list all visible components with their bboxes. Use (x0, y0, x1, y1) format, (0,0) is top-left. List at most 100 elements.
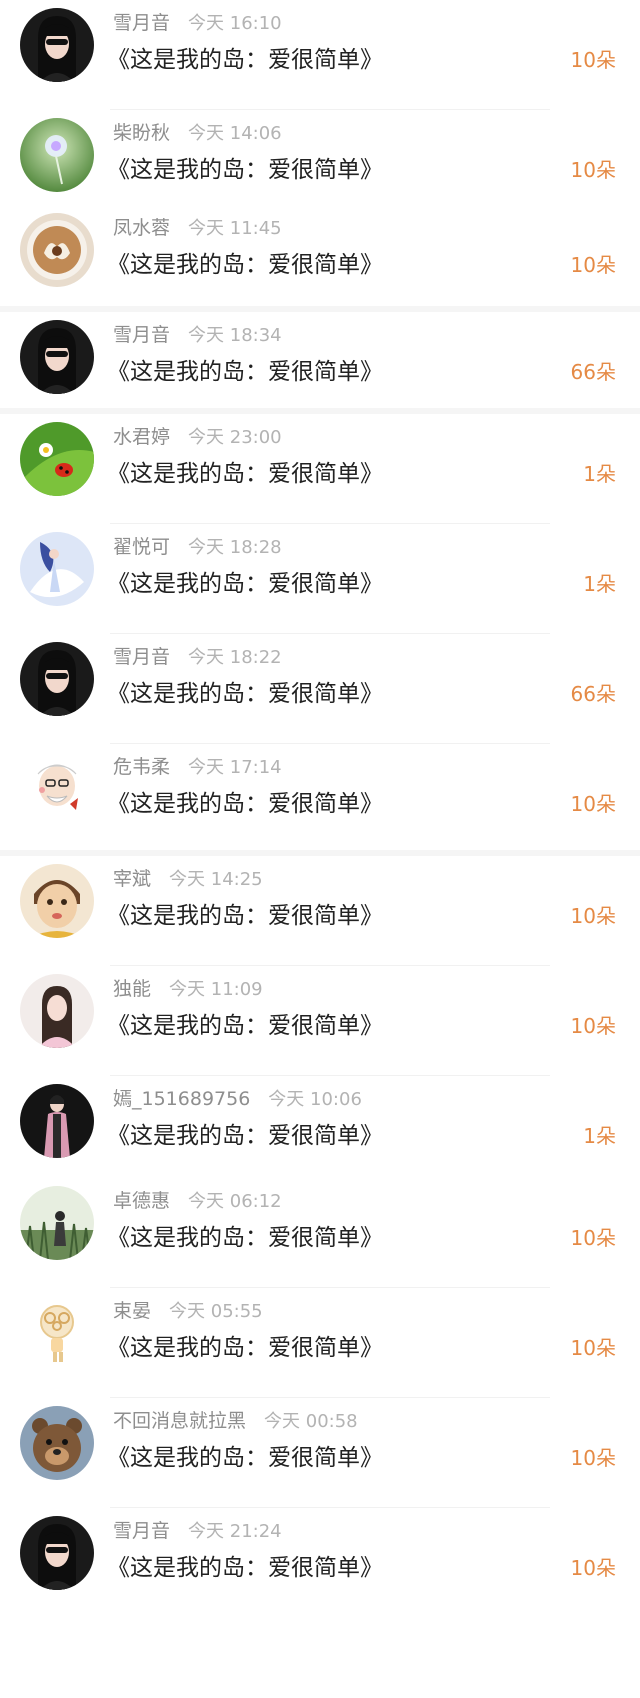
list-item[interactable]: 不回消息就拉黑 今天 00:58 《这是我的岛：爱很简单》 10朵 (0, 1398, 640, 1508)
child-face-avatar-icon (20, 864, 94, 938)
user-name[interactable]: 嫣_151689756 (113, 1088, 250, 1110)
user-name[interactable]: 卓德惠 (113, 1190, 170, 1212)
flower-count: 66朵 (570, 360, 616, 384)
item-title: 《这是我的岛：爱很简单》 (107, 903, 383, 929)
flower-count: 10朵 (570, 1446, 616, 1470)
avatar[interactable] (20, 1296, 94, 1370)
list-item[interactable]: 凤水蓉 今天 11:45 《这是我的岛：爱很简单》 10朵 (0, 205, 640, 315)
avatar[interactable] (20, 974, 94, 1048)
avatar[interactable] (20, 532, 94, 606)
item-title: 《这是我的岛：爱很简单》 (107, 1555, 383, 1581)
timestamp: 今天 11:09 (169, 979, 263, 1000)
avatar[interactable] (20, 864, 94, 938)
bear-cartoon-avatar-icon (20, 1406, 94, 1480)
row-meta: 不回消息就拉黑 今天 00:58 (113, 1406, 358, 1433)
list-item[interactable]: 雪月音 今天 16:10 《这是我的岛：爱很简单》 10朵 (0, 0, 640, 110)
user-name[interactable]: 不回消息就拉黑 (113, 1410, 246, 1432)
list-item[interactable]: 翟悦可 今天 18:28 《这是我的岛：爱很简单》 1朵 (0, 524, 640, 634)
item-title: 《这是我的岛：爱很简单》 (107, 791, 383, 817)
list-item[interactable]: 嫣_151689756 今天 10:06 《这是我的岛：爱很简单》 1朵 (0, 1076, 640, 1186)
user-name[interactable]: 翟悦可 (113, 536, 170, 558)
row-meta: 雪月音 今天 18:34 (113, 320, 282, 347)
flower-count: 10朵 (570, 1336, 616, 1360)
item-title: 《这是我的岛：爱很简单》 (107, 157, 383, 183)
item-title: 《这是我的岛：爱很简单》 (107, 1335, 383, 1361)
list-item[interactable]: 雪月音 今天 18:22 《这是我的岛：爱很简单》 66朵 (0, 634, 640, 744)
avatar[interactable] (20, 8, 94, 82)
item-title: 《这是我的岛：爱很简单》 (107, 1225, 383, 1251)
girl-portrait-avatar-icon (20, 974, 94, 1048)
timestamp: 今天 18:22 (188, 647, 282, 668)
user-name[interactable]: 柴盼秋 (113, 122, 170, 144)
list-item[interactable]: 雪月音 今天 18:34 《这是我的岛：爱很简单》 66朵 (0, 312, 640, 422)
item-title: 《这是我的岛：爱很简单》 (107, 252, 383, 278)
avatar[interactable] (20, 422, 94, 496)
avatar[interactable] (20, 1406, 94, 1480)
user-name[interactable]: 雪月音 (113, 324, 170, 346)
item-title: 《这是我的岛：爱很简单》 (107, 461, 383, 487)
list-item[interactable]: 柴盼秋 今天 14:06 《这是我的岛：爱很简单》 10朵 (0, 110, 640, 220)
avatar[interactable] (20, 320, 94, 394)
item-title: 《这是我的岛：爱很简单》 (107, 1123, 383, 1149)
list-item[interactable]: 独能 今天 11:09 《这是我的岛：爱很简单》 10朵 (0, 966, 640, 1076)
timestamp: 今天 17:14 (188, 757, 282, 778)
timestamp: 今天 18:34 (188, 325, 282, 346)
avatar[interactable] (20, 213, 94, 287)
list-item[interactable]: 宰斌 今天 14:25 《这是我的岛：爱很简单》 10朵 (0, 856, 640, 966)
list-item[interactable]: 卓德惠 今天 06:12 《这是我的岛：爱很简单》 10朵 (0, 1178, 640, 1288)
row-meta: 柴盼秋 今天 14:06 (113, 118, 282, 145)
list-item[interactable]: 水君婷 今天 23:00 《这是我的岛：爱很简单》 1朵 (0, 414, 640, 524)
item-title: 《这是我的岛：爱很简单》 (107, 571, 383, 597)
timestamp: 今天 23:00 (188, 427, 282, 448)
pink-coat-figure-avatar-icon (20, 1084, 94, 1158)
flower-count: 10朵 (570, 253, 616, 277)
item-title: 《这是我的岛：爱很简单》 (107, 359, 383, 385)
gift-record-list: 雪月音 今天 16:10 《这是我的岛：爱很简单》 10朵 柴盼秋 今天 14:06… (0, 0, 640, 1698)
row-meta: 束晏 今天 05:55 (113, 1296, 263, 1323)
item-title: 《这是我的岛：爱很简单》 (107, 1013, 383, 1039)
flower-count: 10朵 (570, 158, 616, 182)
user-name[interactable]: 束晏 (113, 1300, 151, 1322)
user-name[interactable]: 雪月音 (113, 12, 170, 34)
curly-cartoon-avatar-icon (20, 1296, 94, 1370)
avatar[interactable] (20, 1186, 94, 1260)
avatar[interactable] (20, 752, 94, 826)
user-name[interactable]: 凤水蓉 (113, 217, 170, 239)
row-meta: 嫣_151689756 今天 10:06 (113, 1084, 362, 1111)
list-item[interactable]: 危韦柔 今天 17:14 《这是我的岛：爱很简单》 10朵 (0, 744, 640, 854)
list-item[interactable]: 束晏 今天 05:55 《这是我的岛：爱很简单》 10朵 (0, 1288, 640, 1398)
timestamp: 今天 05:55 (169, 1301, 263, 1322)
user-name[interactable]: 雪月音 (113, 1520, 170, 1542)
timestamp: 今天 14:25 (169, 869, 263, 890)
flower-count: 1朵 (583, 572, 616, 596)
dark-hair-sunglasses-avatar-icon (20, 642, 94, 716)
item-title: 《这是我的岛：爱很简单》 (107, 47, 383, 73)
avatar[interactable] (20, 118, 94, 192)
user-name[interactable]: 水君婷 (113, 426, 170, 448)
timestamp: 今天 16:10 (188, 13, 282, 34)
user-name[interactable]: 独能 (113, 978, 151, 1000)
dark-hair-sunglasses-avatar-icon (20, 1516, 94, 1590)
dark-hair-sunglasses-avatar-icon (20, 320, 94, 394)
green-dandelion-avatar-icon (20, 118, 94, 192)
user-name[interactable]: 危韦柔 (113, 756, 170, 778)
flower-count: 10朵 (570, 792, 616, 816)
avatar[interactable] (20, 1084, 94, 1158)
timestamp: 今天 18:28 (188, 537, 282, 558)
anime-dancer-avatar-icon (20, 532, 94, 606)
timestamp: 今天 06:12 (188, 1191, 282, 1212)
row-meta: 卓德惠 今天 06:12 (113, 1186, 282, 1213)
avatar[interactable] (20, 1516, 94, 1590)
avatar[interactable] (20, 642, 94, 716)
item-title: 《这是我的岛：爱很简单》 (107, 1445, 383, 1471)
grass-girl-avatar-icon (20, 1186, 94, 1260)
timestamp: 今天 14:06 (188, 123, 282, 144)
flower-count: 10朵 (570, 904, 616, 928)
list-item[interactable]: 雪月音 今天 21:24 《这是我的岛：爱很简单》 10朵 (0, 1508, 640, 1618)
flower-count: 1朵 (583, 1124, 616, 1148)
row-meta: 凤水蓉 今天 11:45 (113, 213, 282, 240)
user-name[interactable]: 宰斌 (113, 868, 151, 890)
row-meta: 宰斌 今天 14:25 (113, 864, 263, 891)
timestamp: 今天 11:45 (188, 218, 282, 239)
user-name[interactable]: 雪月音 (113, 646, 170, 668)
